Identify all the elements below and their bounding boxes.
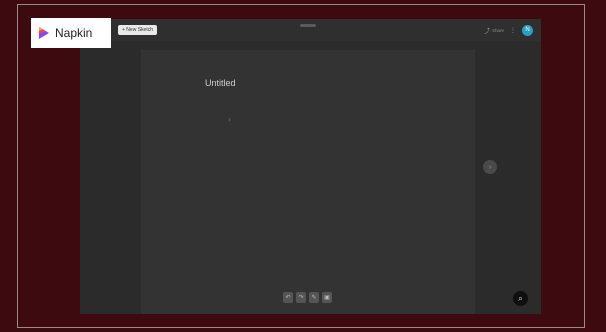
napkin-logo-icon bbox=[39, 27, 49, 39]
chevron-right-icon: › bbox=[488, 163, 492, 171]
brand-name: Napkin bbox=[55, 26, 93, 40]
drag-handle[interactable] bbox=[300, 24, 316, 27]
share-label: Share bbox=[491, 27, 504, 33]
canvas[interactable]: Untitled › bbox=[141, 50, 475, 314]
document-title[interactable]: Untitled bbox=[205, 78, 236, 88]
pen-button[interactable]: ✎ bbox=[309, 292, 319, 303]
app-window: + New Sketch ⤴ Share ⋮ N Untitled › › ↶ … bbox=[80, 19, 541, 314]
undo-button[interactable]: ↶ bbox=[283, 292, 293, 303]
text-cursor-icon: › bbox=[228, 115, 231, 124]
top-bar: + New Sketch ⤴ Share ⋮ N bbox=[80, 19, 541, 41]
image-icon: ▣ bbox=[324, 295, 330, 301]
image-button[interactable]: ▣ bbox=[322, 292, 332, 303]
avatar[interactable]: N bbox=[522, 24, 533, 36]
bottom-toolbar: ↶ ↷ ✎ ▣ bbox=[283, 291, 332, 304]
redo-icon: ↷ bbox=[298, 295, 304, 301]
undo-icon: ↶ bbox=[285, 295, 291, 301]
share-button[interactable]: ⤴ Share bbox=[484, 26, 504, 35]
redo-button[interactable]: ↷ bbox=[296, 292, 306, 303]
brand-logo: Napkin bbox=[31, 18, 111, 48]
new-sketch-button[interactable]: + New Sketch bbox=[118, 25, 157, 35]
kebab-icon[interactable]: ⋮ bbox=[510, 27, 516, 34]
topbar-actions: ⤴ Share ⋮ N bbox=[484, 24, 533, 36]
zoom-button[interactable]: ⌕ bbox=[513, 291, 528, 306]
share-icon: ⤴ bbox=[483, 28, 490, 35]
magnifier-icon: ⌕ bbox=[518, 293, 523, 303]
side-panel-toggle[interactable]: › bbox=[483, 160, 497, 174]
pen-icon: ✎ bbox=[311, 295, 317, 301]
